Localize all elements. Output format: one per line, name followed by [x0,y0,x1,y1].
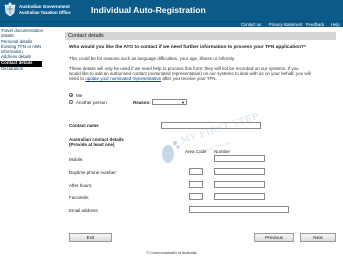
radio-another-person[interactable] [69,100,73,104]
government-name: Australian Government [19,4,70,9]
exit-button[interactable]: Exit [69,233,112,242]
usage-text-prefix: need to [69,76,86,81]
daytime-phone-label: Daytime phone number: [69,170,118,175]
mobile-label: Mobile: [69,157,84,162]
contact-question: Who would you like the ATO to contact if… [69,45,306,50]
area-code-column-header: Area Code [185,149,207,154]
facsimile-label: Facsimile: [69,195,90,200]
daytime-number-input[interactable] [214,168,265,175]
radio-another-person-label: Another person [76,99,107,105]
radio-me-label: Me [76,92,83,98]
previous-button[interactable]: Previous [254,233,294,242]
contact-details-subheading: (Provide at least one) [69,142,115,147]
chevron-down-icon: ▼ [181,100,185,105]
contact-name-input[interactable] [161,122,261,129]
mobile-input[interactable] [214,155,265,162]
contact-name-label: Contact name [69,123,99,128]
update-nominated-representative-link[interactable]: update your nominated representative [85,76,161,81]
next-button[interactable]: Next [300,233,336,242]
after-hours-number-input[interactable] [214,181,265,188]
page-title: Individual Auto-Registration [91,5,206,15]
sidebar-item-travel-documentation[interactable]: Travel documentation details [0,28,52,38]
radio-me[interactable] [69,93,73,97]
facsimile-number-input[interactable] [214,193,265,200]
usage-text-suffix: after you receive your TFN. [161,76,217,81]
facsimile-area-code-input[interactable] [189,193,203,200]
section-heading: Contact details [65,32,336,40]
sidebar-item-address-details[interactable]: Address details [0,54,54,60]
app-header: Australian Government Australian Taxatio… [0,0,343,21]
email-input[interactable] [189,206,289,213]
email-label: Email address: [69,208,99,213]
after-hours-label: After hours: [69,183,93,188]
daytime-area-code-input[interactable] [189,168,203,175]
reason-label: Reason: [133,99,151,105]
usage-text-line3: need to update your nominated representa… [69,76,217,81]
sidebar-item-declaration[interactable]: Declaration [0,66,54,72]
agency-name: Australian Taxation Office [19,10,71,15]
sidebar-item-existing-tfn[interactable]: Existing TFN or ABN information [0,44,52,54]
footer-copyright: © Commonwealth of Australia [146,251,197,255]
after-hours-area-code-input[interactable] [189,181,203,188]
reasons-text: This could be for reasons such as langua… [69,56,235,61]
reason-select[interactable]: ▼ [152,99,187,105]
number-column-header: Number [214,149,231,154]
coat-of-arms-icon [4,2,16,17]
main-form: Contact details Who would you like the A… [65,27,336,249]
